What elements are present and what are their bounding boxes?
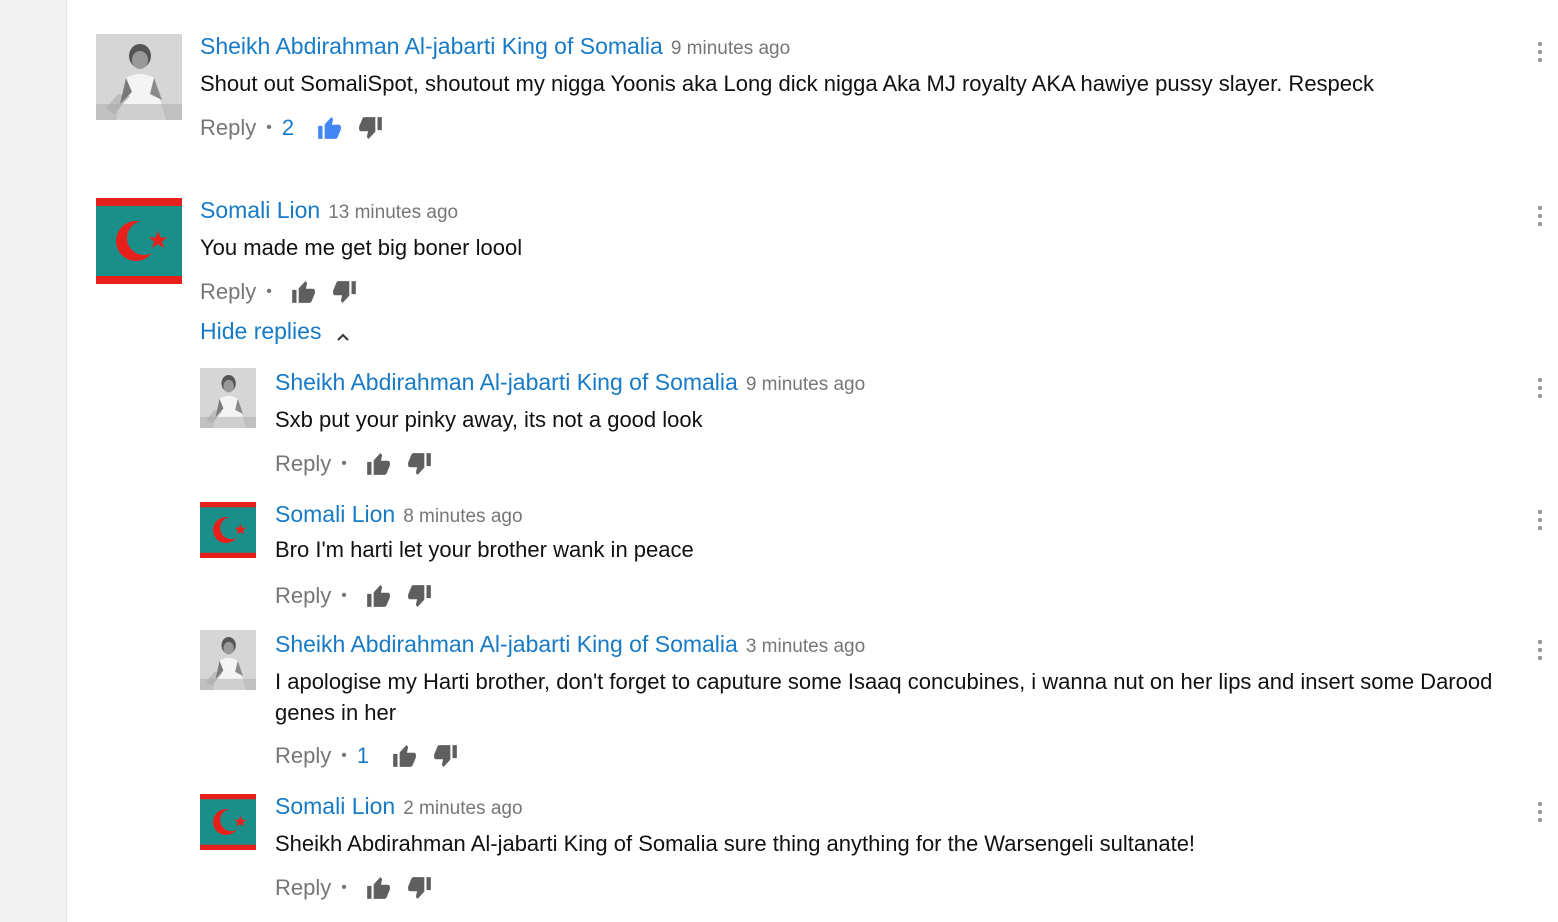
more-options-icon[interactable] <box>1538 802 1544 822</box>
comment-timestamp[interactable]: 9 minutes ago <box>746 374 865 395</box>
more-options-icon[interactable] <box>1538 206 1544 226</box>
comment-actions: Reply • 1 <box>275 740 475 772</box>
thumbs-down-icon[interactable] <box>407 875 433 901</box>
like-count: 1 <box>356 743 370 768</box>
reply-item: Sheikh Abdirahman Al-jabarti King of Som… <box>0 622 1558 782</box>
separator-dot: • <box>341 747 347 764</box>
comment-author[interactable]: Sheikh Abdirahman Al-jabarti King of Som… <box>200 33 790 60</box>
thumbs-up-icon[interactable] <box>290 279 316 305</box>
flag-avatar-icon <box>200 794 256 850</box>
reply-item: Sheikh Abdirahman Al-jabarti King of Som… <box>0 360 1558 490</box>
comment-timestamp[interactable]: 3 minutes ago <box>746 636 865 657</box>
more-options-icon[interactable] <box>1538 378 1544 398</box>
thumbs-down-icon[interactable] <box>433 743 459 769</box>
flag-avatar-icon <box>200 502 256 558</box>
comment-text: Bro I'm harti let your brother wank in p… <box>275 537 694 562</box>
author-name[interactable]: Sheikh Abdirahman Al-jabarti King of Som… <box>200 33 663 59</box>
comment-actions: Reply • <box>200 276 374 308</box>
separator-dot: • <box>341 879 347 896</box>
comment-text: I apologise my Harti brother, don't forg… <box>275 669 1493 725</box>
reply-button[interactable]: Reply <box>275 743 331 769</box>
author-name[interactable]: Sheikh Abdirahman Al-jabarti King of Som… <box>275 631 738 657</box>
reply-button[interactable]: Reply <box>275 875 331 901</box>
avatar[interactable] <box>200 630 256 690</box>
like-count: 2 <box>281 115 295 140</box>
chevron-up-icon[interactable] <box>335 324 351 341</box>
comment-author[interactable]: Sheikh Abdirahman Al-jabarti King of Som… <box>275 631 865 658</box>
reply-button[interactable]: Reply <box>275 451 331 477</box>
separator-dot: • <box>341 455 347 472</box>
comment-timestamp[interactable]: 9 minutes ago <box>671 38 790 59</box>
comment-timestamp[interactable]: 13 minutes ago <box>328 202 458 223</box>
thumbs-up-icon[interactable] <box>365 451 391 477</box>
thumbs-down-icon[interactable] <box>407 583 433 609</box>
thumbs-up-icon[interactable] <box>316 115 342 141</box>
reply-item: Somali Lion 2 minutes ago Sheikh Abdirahm… <box>0 784 1558 922</box>
avatar[interactable] <box>200 502 256 558</box>
reply-item: Somali Lion 8 minutes ago Bro I'm harti l… <box>0 492 1558 622</box>
separator-dot: • <box>266 119 272 136</box>
comment-actions: Reply • <box>275 580 449 612</box>
comment-author[interactable]: Somali Lion 13 minutes ago <box>200 197 458 224</box>
comment-timestamp[interactable]: 2 minutes ago <box>403 798 522 819</box>
avatar[interactable] <box>200 368 256 428</box>
more-options-icon[interactable] <box>1538 42 1544 62</box>
reply-button[interactable]: Reply <box>275 583 331 609</box>
comment-text: Shout out SomaliSpot, shoutout my nigga … <box>200 71 1375 96</box>
author-name[interactable]: Somali Lion <box>200 197 320 223</box>
comment-author[interactable]: Somali Lion 2 minutes ago <box>275 793 523 820</box>
comment-timestamp[interactable]: 8 minutes ago <box>403 506 522 527</box>
photo-avatar-icon <box>200 368 256 428</box>
comment-thread: Sheikh Abdirahman Al-jabarti King of Som… <box>0 0 1558 160</box>
comment-actions: Reply • <box>275 448 449 480</box>
avatar[interactable] <box>96 34 182 120</box>
thumbs-up-icon[interactable] <box>391 743 417 769</box>
thumbs-up-icon[interactable] <box>365 583 391 609</box>
author-name[interactable]: Somali Lion <box>275 793 395 819</box>
comment-author[interactable]: Somali Lion 8 minutes ago <box>275 501 523 528</box>
flag-avatar-icon <box>96 198 182 284</box>
thumbs-up-icon[interactable] <box>365 875 391 901</box>
more-options-icon[interactable] <box>1538 510 1544 530</box>
separator-dot: • <box>266 283 272 300</box>
thumbs-down-icon[interactable] <box>407 451 433 477</box>
avatar[interactable] <box>200 794 256 850</box>
more-options-icon[interactable] <box>1538 640 1544 660</box>
hide-replies-button[interactable]: Hide replies <box>200 318 351 345</box>
reply-button[interactable]: Reply <box>200 279 256 305</box>
comment-text: You made me get big boner loool <box>200 235 523 260</box>
avatar[interactable] <box>96 198 182 284</box>
photo-avatar-icon <box>200 630 256 690</box>
comment-actions: Reply • 2 <box>200 112 400 144</box>
hide-replies-label[interactable]: Hide replies <box>200 318 321 345</box>
comment-text: Sxb put your pinky away, its not a good … <box>275 407 703 432</box>
comment-actions: Reply • <box>275 872 449 904</box>
reply-button[interactable]: Reply <box>200 115 256 141</box>
photo-avatar-icon <box>96 34 182 120</box>
separator-dot: • <box>341 587 347 604</box>
thumbs-down-icon[interactable] <box>332 279 358 305</box>
author-name[interactable]: Sheikh Abdirahman Al-jabarti King of Som… <box>275 369 738 395</box>
comment-text: Sheikh Abdirahman Al-jabarti King of Som… <box>275 831 1196 856</box>
thumbs-down-icon[interactable] <box>358 115 384 141</box>
comment-thread: Somali Lion 13 minutes ago You made me ge… <box>0 190 1558 350</box>
comment-author[interactable]: Sheikh Abdirahman Al-jabarti King of Som… <box>275 369 865 396</box>
author-name[interactable]: Somali Lion <box>275 501 395 527</box>
